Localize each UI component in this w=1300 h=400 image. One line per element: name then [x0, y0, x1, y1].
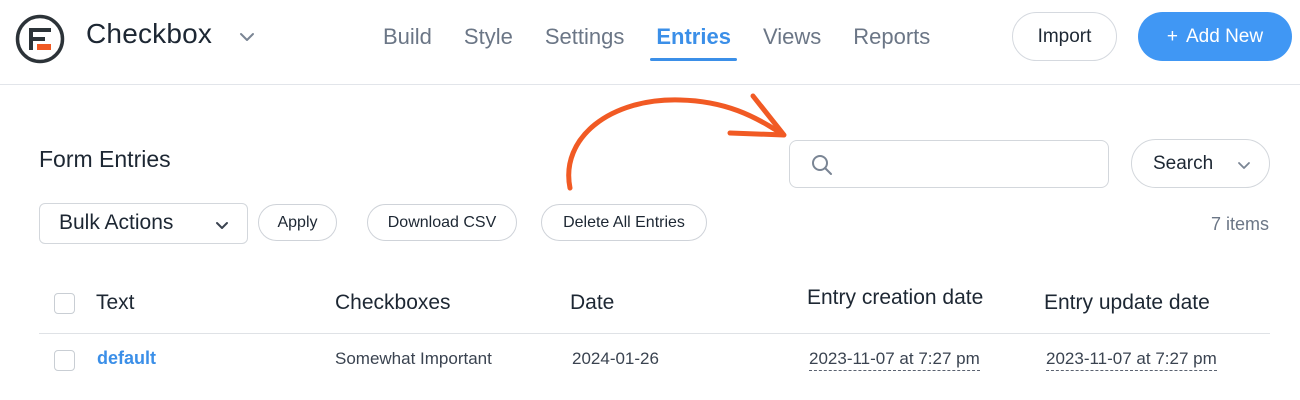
column-header-text[interactable]: Text [96, 291, 135, 315]
cell-created-date: 2023-11-07 at 7:27 pm [809, 349, 980, 371]
search-dropdown[interactable]: Search [1131, 139, 1270, 188]
top-bar: Checkbox Build Style Settings Entries Vi… [0, 0, 1300, 85]
annotation-arrow-icon [566, 93, 787, 191]
import-button[interactable]: Import [1012, 12, 1117, 61]
column-header-date[interactable]: Date [570, 291, 614, 315]
bulk-actions-select[interactable]: Bulk Actions [39, 203, 248, 244]
nav-settings[interactable]: Settings [529, 0, 641, 62]
download-csv-button[interactable]: Download CSV [367, 204, 517, 241]
add-new-label: Add New [1186, 25, 1264, 47]
apply-button[interactable]: Apply [258, 204, 337, 241]
column-header-entry-update-date[interactable]: Entry update date [1044, 291, 1210, 315]
select-all-checkbox[interactable] [54, 293, 75, 314]
cell-updated-date: 2023-11-07 at 7:27 pm [1046, 349, 1217, 371]
nav-build[interactable]: Build [367, 0, 448, 62]
table-header: Text Checkboxes Date Entry creation date… [39, 270, 1270, 334]
bulk-actions-label: Bulk Actions [59, 211, 174, 234]
chevron-down-icon[interactable] [236, 26, 258, 48]
chevron-down-icon [1238, 162, 1250, 169]
form-title[interactable]: Checkbox [86, 18, 212, 50]
cell-checkboxes: Somewhat Important [335, 349, 492, 368]
entry-link[interactable]: default [97, 348, 156, 369]
nav-reports[interactable]: Reports [837, 0, 946, 62]
search-input[interactable] [848, 149, 1098, 179]
items-count: 7 items [1210, 214, 1269, 234]
app-logo-icon[interactable] [15, 14, 65, 64]
chevron-down-icon [216, 222, 228, 229]
row-checkbox[interactable] [54, 350, 75, 371]
search-box [789, 140, 1109, 188]
column-header-entry-creation-date[interactable]: Entry creation date [807, 286, 983, 310]
search-dropdown-label: Search [1153, 152, 1214, 174]
nav-views[interactable]: Views [747, 0, 837, 62]
delete-all-entries-button[interactable]: Delete All Entries [541, 204, 707, 241]
cell-date: 2024-01-26 [572, 349, 659, 368]
column-header-checkboxes[interactable]: Checkboxes [335, 291, 451, 315]
nav-style[interactable]: Style [448, 0, 529, 62]
main-nav: Build Style Settings Entries Views Repor… [367, 0, 946, 85]
nav-entries[interactable]: Entries [640, 0, 747, 62]
search-icon [812, 155, 832, 175]
page-title: Form Entries [39, 146, 171, 172]
add-new-button[interactable]: + Add New [1138, 12, 1292, 61]
plus-icon: + [1166, 25, 1178, 47]
